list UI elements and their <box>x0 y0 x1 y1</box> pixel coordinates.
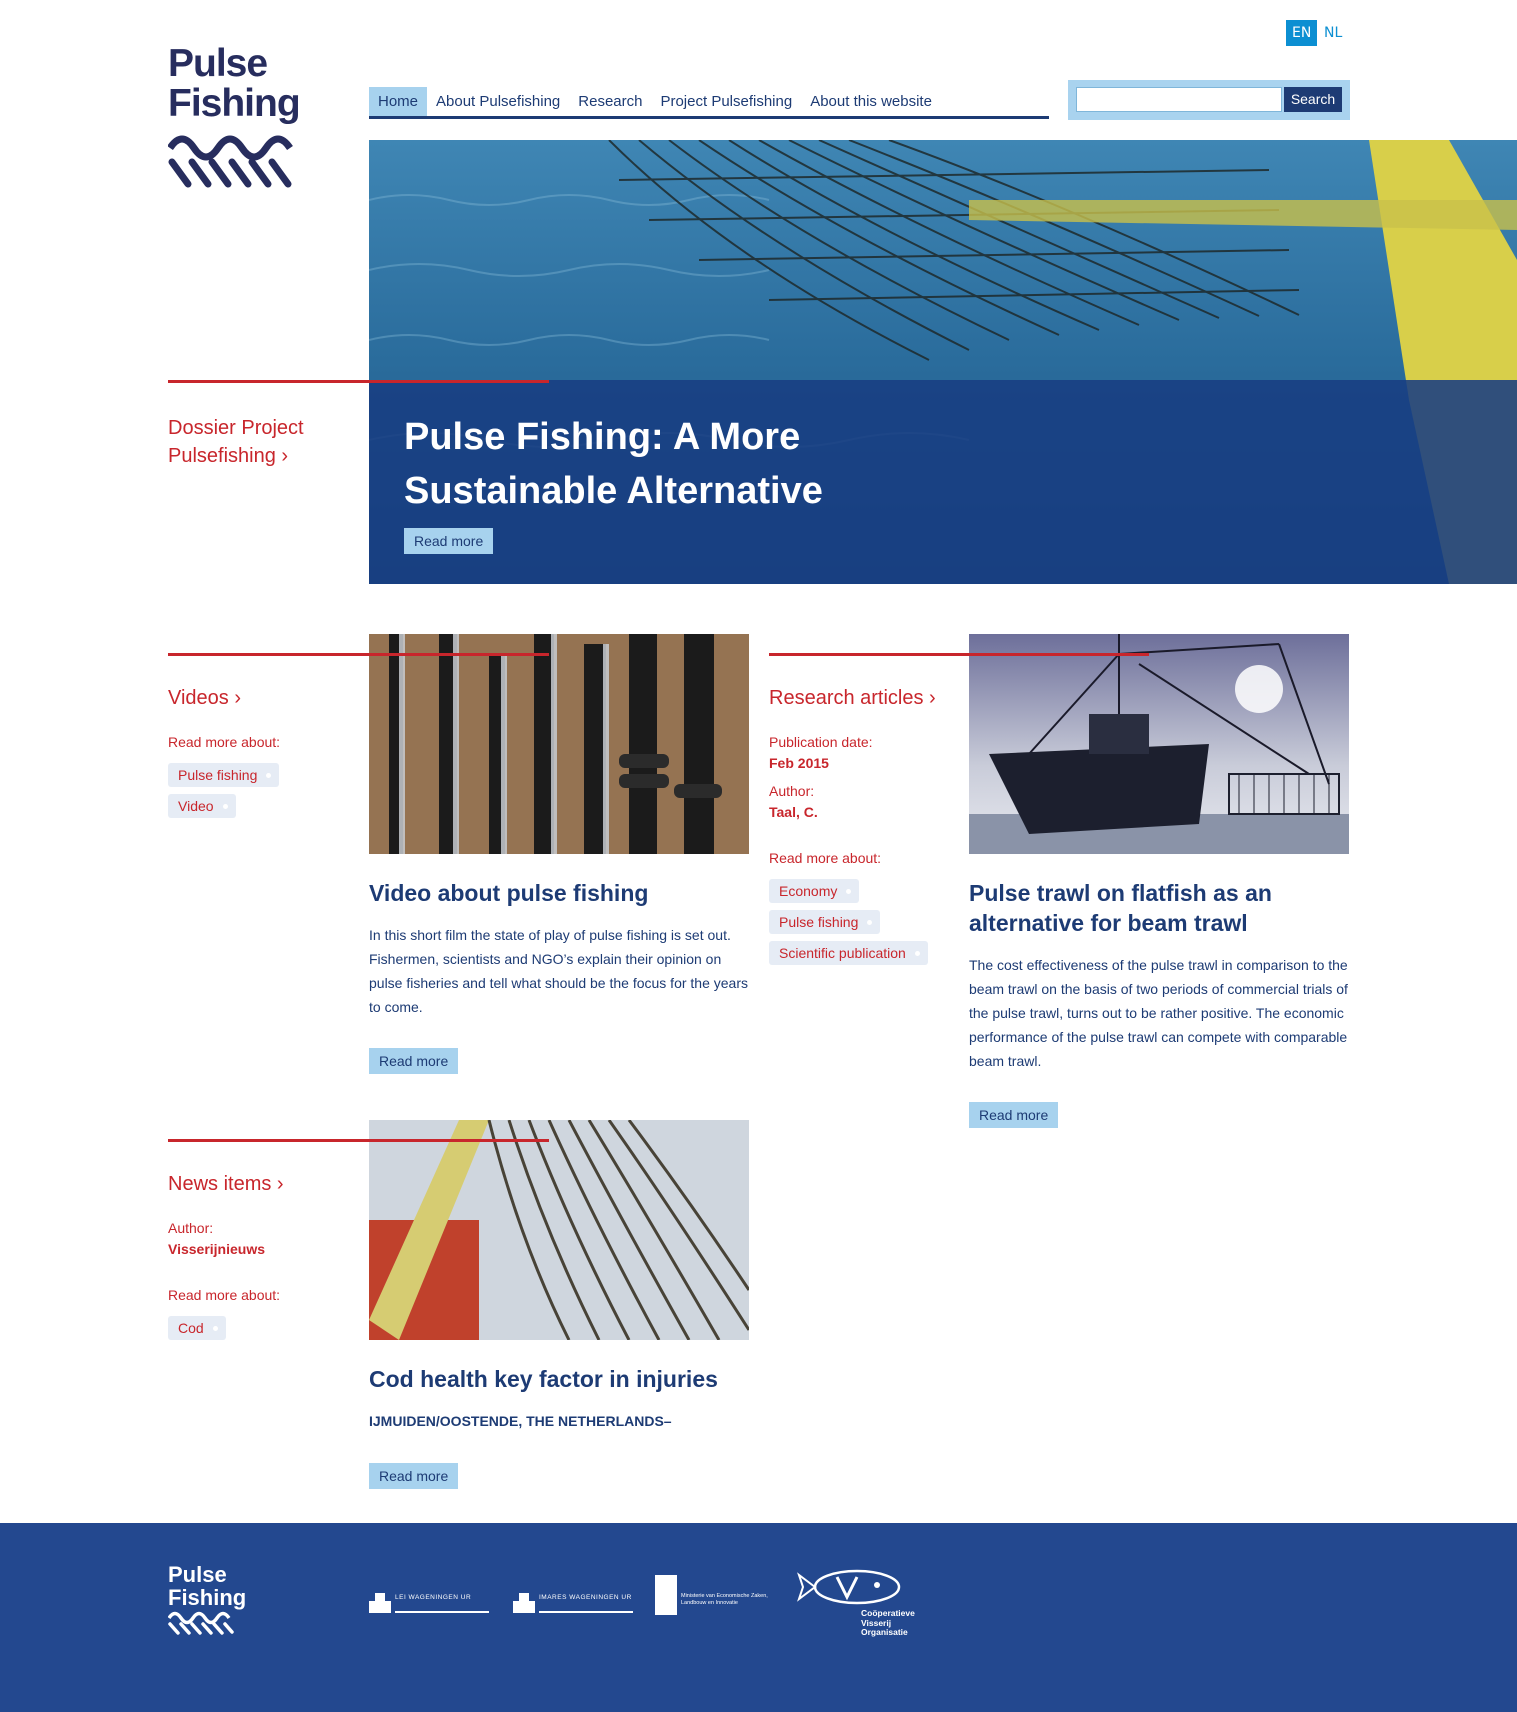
building-icon <box>513 1593 535 1613</box>
news-image <box>369 1120 749 1340</box>
partner-ministry-name: Ministerie van Economische Zaken, Landbo… <box>681 1593 768 1606</box>
footer-logo-line1: Pulse <box>168 1562 227 1587</box>
publication-date-value: Feb 2015 <box>769 755 829 771</box>
nav-home[interactable]: Home <box>369 87 428 116</box>
nav-research[interactable]: Research <box>569 87 651 116</box>
partner-imares-name: IMARES WAGENINGEN UR <box>539 1593 633 1613</box>
main-nav: Home About Pulsefishing Research Project… <box>369 87 1049 119</box>
building-icon <box>369 1593 391 1613</box>
research-articles-section-link[interactable]: Research articles › <box>769 684 936 712</box>
author-value: Visserijnieuws <box>168 1241 266 1257</box>
research-image <box>969 634 1349 854</box>
lang-nl-link[interactable]: NL <box>1318 20 1348 46</box>
dossier-project-link[interactable]: Dossier Project Pulsefishing › <box>168 414 348 470</box>
tag-pulse-fishing[interactable]: Pulse fishing <box>769 910 881 934</box>
tag-pulse-fishing[interactable]: Pulse fishing <box>168 763 280 787</box>
read-more-about-label: Read more about: <box>769 850 882 866</box>
video-image <box>369 634 749 854</box>
video-title[interactable]: Video about pulse fishing <box>369 878 749 908</box>
tag-economy[interactable]: Economy <box>769 879 860 903</box>
news-thumbnail[interactable] <box>369 1120 749 1340</box>
partner-imares-logo[interactable]: IMARES WAGENINGEN UR <box>513 1593 633 1613</box>
nav-project-pulsefishing[interactable]: Project Pulsefishing <box>651 87 801 116</box>
footer-logo-line2: Fishing <box>168 1585 247 1610</box>
divider <box>369 653 549 656</box>
crest-icon <box>655 1575 677 1615</box>
author-value: Taal, C. <box>769 804 818 820</box>
logo-line2: Fishing <box>168 82 301 125</box>
tag-video[interactable]: Video <box>168 794 236 818</box>
news-read-more-button[interactable]: Read more <box>369 1463 459 1489</box>
read-more-about-label: Read more about: <box>168 734 281 750</box>
hero-read-more-button[interactable]: Read more <box>404 528 494 554</box>
research-description: The cost effectiveness of the pulse traw… <box>969 957 1348 1069</box>
partner-cvo-logo[interactable]: Coöperatieve Visserij Organisatie <box>797 1567 922 1637</box>
publication-date-label: Publication date: <box>769 734 873 750</box>
divider <box>369 1139 549 1142</box>
search-button[interactable]: Search <box>1284 87 1342 112</box>
research-title[interactable]: Pulse trawl on flatfish as an alternativ… <box>969 878 1349 938</box>
author-label: Author: <box>168 1220 214 1236</box>
divider <box>168 380 549 383</box>
lang-en-link[interactable]: EN <box>1286 20 1318 46</box>
logo-line1: Pulse <box>168 42 268 85</box>
hero-banner: Pulse Fishing: A More Sustainable Altern… <box>369 140 1517 584</box>
search-box: Search <box>1068 80 1350 120</box>
search-input[interactable] <box>1076 87 1282 112</box>
news-title[interactable]: Cod health key factor in injuries <box>369 1364 749 1394</box>
video-read-more-button[interactable]: Read more <box>369 1048 459 1074</box>
read-more-about-label: Read more about: <box>168 1287 281 1303</box>
videos-section-link[interactable]: Videos › <box>168 684 241 712</box>
site-logo[interactable]: Pulse Fishing <box>167 42 301 192</box>
partner-lei-logo[interactable]: LEI WAGENINGEN UR <box>369 1593 489 1613</box>
author-label: Author: <box>769 783 815 799</box>
news-dateline: IJMUIDEN/OOSTENDE, THE NETHERLANDS– <box>369 1413 672 1429</box>
nav-about-pulsefishing[interactable]: About Pulsefishing <box>427 87 569 116</box>
video-thumbnail[interactable] <box>369 634 749 854</box>
partner-ministry-logo[interactable]: Ministerie van Economische Zaken, Landbo… <box>655 1575 773 1619</box>
nav-about-website[interactable]: About this website <box>801 87 941 116</box>
news-items-section-link[interactable]: News items › <box>168 1170 284 1198</box>
footer-logo[interactable]: Pulse Fishing <box>167 1562 247 1639</box>
research-thumbnail[interactable] <box>969 634 1349 854</box>
partner-lei-name: LEI WAGENINGEN UR <box>395 1593 489 1613</box>
video-description: In this short film the state of play of … <box>369 927 748 1015</box>
waves-icon <box>167 135 293 188</box>
divider <box>969 653 1149 656</box>
hero-title: Pulse Fishing: A More Sustainable Altern… <box>404 416 823 512</box>
footer: Pulse Fishing LEI WAGENINGEN UR IMARES W… <box>0 1523 1517 1712</box>
fish-icon <box>797 1569 901 1605</box>
research-read-more-button[interactable]: Read more <box>969 1102 1059 1128</box>
partner-cvo-name: Coöperatieve Visserij Organisatie <box>861 1608 915 1637</box>
tag-cod[interactable]: Cod <box>168 1316 226 1340</box>
tag-scientific-publication[interactable]: Scientific publication <box>769 941 928 965</box>
waves-icon <box>167 1611 234 1635</box>
